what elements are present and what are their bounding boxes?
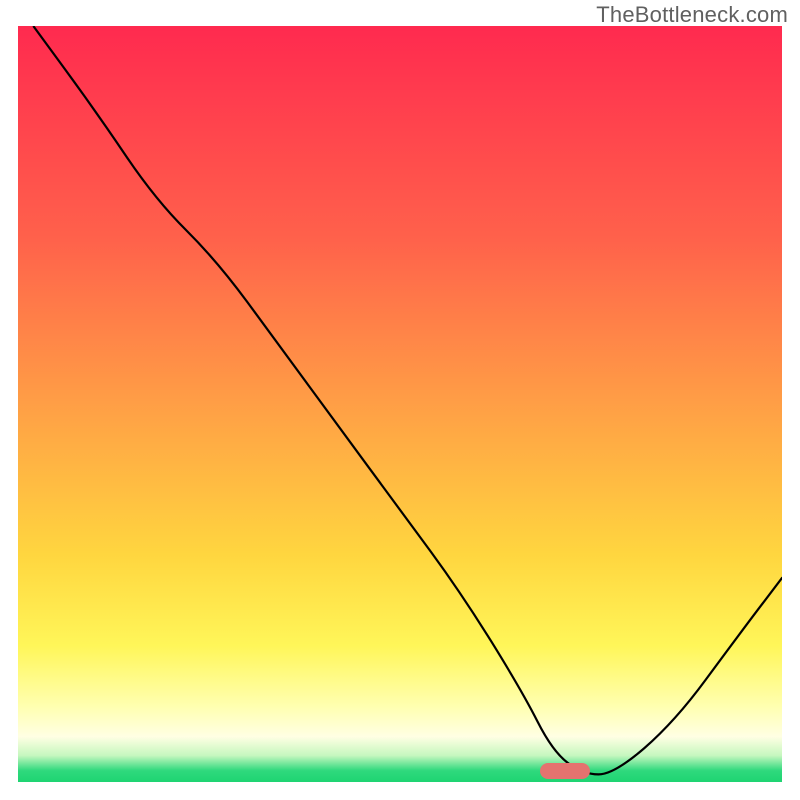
watermark-text: TheBottleneck.com [596,2,788,28]
bottleneck-curve [18,26,782,782]
optimal-marker [540,763,590,779]
chart-container: TheBottleneck.com [0,0,800,800]
curve-path [33,26,782,774]
plot-area [18,26,782,782]
